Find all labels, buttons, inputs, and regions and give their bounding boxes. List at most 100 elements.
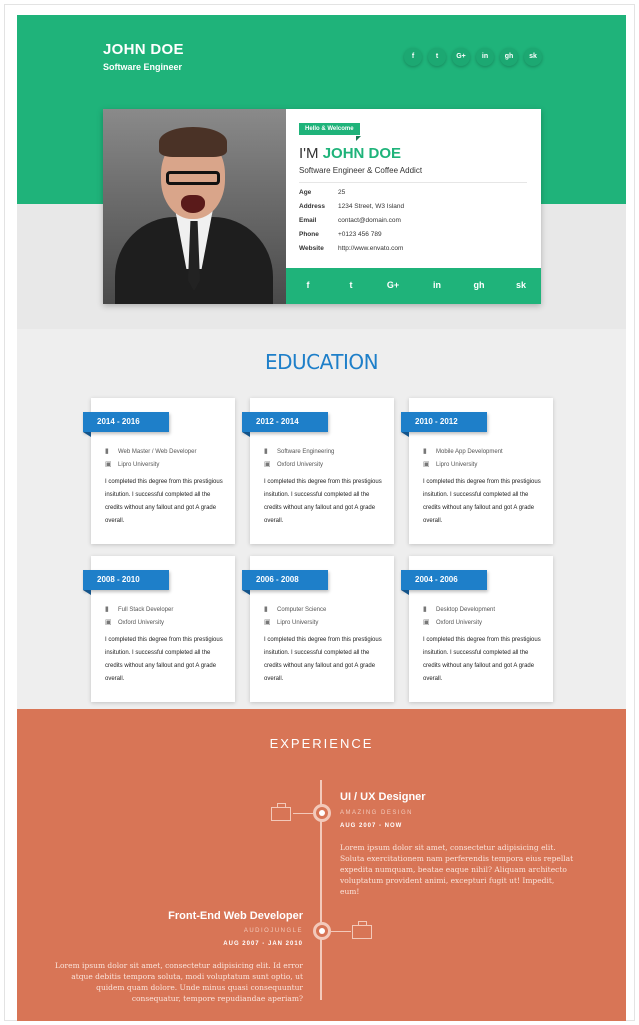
education-course: ▮ Full Stack Developer bbox=[105, 605, 173, 613]
job-description: Lorem ipsum dolor sit amet, consectetur … bbox=[55, 961, 303, 1003]
education-section: EDUCATION 2014 - 2016 ▮ Web Master / Web … bbox=[17, 329, 626, 709]
job-dates: AUG 2007 - JAN 2010 bbox=[223, 941, 303, 947]
info-value[interactable]: contact@domain.com bbox=[338, 217, 401, 224]
info-label: Website bbox=[299, 245, 324, 252]
timeline-node bbox=[313, 922, 331, 940]
info-label: Address bbox=[299, 203, 326, 210]
education-description: I completed this degree from this presti… bbox=[105, 637, 223, 682]
info-value: 25 bbox=[338, 189, 346, 196]
education-school: ▣ Oxford University bbox=[264, 460, 323, 468]
greeting-name: JOHN DOE bbox=[322, 145, 402, 162]
education-school: ▣ Oxford University bbox=[423, 618, 482, 626]
school-name: Lipro University bbox=[436, 462, 478, 468]
education-years: 2014 - 2016 bbox=[83, 412, 169, 432]
institution-icon: ▣ bbox=[105, 619, 112, 626]
facebook-icon[interactable]: f bbox=[301, 280, 315, 290]
education-course: ▮ Computer Science bbox=[264, 605, 326, 613]
profile-tagline: Software Engineer & Coffee Addict bbox=[299, 166, 423, 175]
education-card: 2014 - 2016 ▮ Web Master / Web Developer … bbox=[83, 398, 235, 544]
education-description: I completed this degree from this presti… bbox=[423, 479, 541, 524]
education-school: ▣ Oxford University bbox=[105, 618, 164, 626]
twitter-icon[interactable]: t bbox=[344, 280, 358, 290]
profile-social-bar: f t G+ in gh sk bbox=[286, 268, 541, 304]
ribbon-fold bbox=[401, 432, 409, 437]
education-description: I completed this degree from this presti… bbox=[423, 637, 541, 682]
institution-icon: ▣ bbox=[423, 461, 430, 468]
school-name: Lipro University bbox=[277, 620, 319, 626]
education-description: I completed this degree from this presti… bbox=[264, 637, 382, 682]
briefcase-icon bbox=[352, 921, 372, 939]
course-name: Desktop Development bbox=[436, 607, 496, 613]
education-course: ▮ Software Engineering bbox=[264, 447, 334, 455]
experience-section: EXPERIENCE UI / UX Designer AMAZING DESI… bbox=[17, 709, 626, 1021]
info-label: Age bbox=[299, 189, 312, 196]
github-icon[interactable]: gh bbox=[500, 48, 518, 66]
google-plus-icon[interactable]: G+ bbox=[386, 280, 400, 290]
school-name: Oxford University bbox=[436, 620, 483, 626]
education-card: 2012 - 2014 ▮ Software Engineering ▣ Oxfor… bbox=[242, 398, 394, 544]
greeting-prefix: I'M bbox=[299, 145, 319, 162]
job-company: AMAZING DESIGN bbox=[340, 810, 414, 816]
job-title: Front-End Web Developer bbox=[168, 910, 303, 922]
course-name: Software Engineering bbox=[277, 449, 335, 455]
education-years: 2012 - 2014 bbox=[242, 412, 328, 432]
photo-mouth bbox=[181, 195, 205, 213]
job-title: UI / UX Designer bbox=[340, 791, 426, 803]
institution-icon: ▣ bbox=[264, 619, 271, 626]
course-name: Mobile App Development bbox=[436, 449, 503, 455]
linkedin-icon[interactable]: in bbox=[476, 48, 494, 66]
education-title: EDUCATION bbox=[264, 350, 379, 374]
info-value: 1234 Street, W3 Island bbox=[338, 203, 405, 210]
school-name: Lipro University bbox=[118, 462, 160, 468]
twitter-icon[interactable]: t bbox=[428, 48, 446, 66]
briefcase-icon bbox=[271, 803, 291, 821]
timeline-node bbox=[313, 804, 331, 822]
education-card: 2004 - 2006 ▮ Desktop Development ▣ Oxford… bbox=[401, 556, 553, 702]
education-card: 2006 - 2008 ▮ Computer Science ▣ Lipro Uni… bbox=[242, 556, 394, 702]
info-value: +0123 456 789 bbox=[338, 231, 382, 238]
facebook-icon[interactable]: f bbox=[404, 48, 422, 66]
document-icon: ▮ bbox=[264, 606, 268, 613]
education-card: 2008 - 2010 ▮ Full Stack Developer ▣ Oxfor… bbox=[83, 556, 235, 702]
welcome-tag: Hello & Welcome bbox=[299, 123, 360, 135]
profile-divider bbox=[299, 182, 527, 183]
school-name: Oxford University bbox=[118, 620, 165, 626]
school-name: Oxford University bbox=[277, 462, 324, 468]
education-years: 2004 - 2006 bbox=[401, 570, 487, 590]
google-plus-icon[interactable]: G+ bbox=[452, 48, 470, 66]
job-dates: AUG 2007 - NOW bbox=[340, 823, 403, 829]
document-icon: ▮ bbox=[264, 448, 268, 455]
education-years: 2006 - 2008 bbox=[242, 570, 328, 590]
document-icon: ▮ bbox=[105, 448, 109, 455]
photo-hair bbox=[159, 127, 227, 157]
education-course: ▮ Mobile App Development bbox=[423, 447, 503, 455]
education-card: 2010 - 2012 ▮ Mobile App Development ▣ Lip… bbox=[401, 398, 553, 544]
education-school: ▣ Lipro University bbox=[264, 618, 318, 626]
info-label: Email bbox=[299, 217, 317, 224]
ribbon-fold bbox=[242, 590, 250, 595]
education-course: ▮ Desktop Development bbox=[423, 605, 495, 613]
info-value[interactable]: http://www.envato.com bbox=[338, 245, 403, 252]
education-course: ▮ Web Master / Web Developer bbox=[105, 447, 196, 455]
photo-glasses bbox=[166, 171, 220, 185]
institution-icon: ▣ bbox=[423, 619, 430, 626]
skype-icon[interactable]: sk bbox=[514, 280, 528, 290]
education-description: I completed this degree from this presti… bbox=[264, 479, 382, 524]
course-name: Full Stack Developer bbox=[118, 607, 174, 613]
ribbon-fold bbox=[83, 590, 91, 595]
welcome-tag-fold bbox=[356, 136, 361, 141]
job-description: Lorem ipsum dolor sit amet, consectetur … bbox=[340, 843, 574, 896]
education-school: ▣ Lipro University bbox=[105, 460, 159, 468]
profile-photo bbox=[103, 109, 286, 304]
document-icon: ▮ bbox=[423, 448, 427, 455]
brand-name[interactable]: JOHN DOE bbox=[103, 41, 184, 58]
ribbon-fold bbox=[83, 432, 91, 437]
skype-icon[interactable]: sk bbox=[524, 48, 542, 66]
education-years: 2010 - 2012 bbox=[401, 412, 487, 432]
linkedin-icon[interactable]: in bbox=[430, 280, 444, 290]
profile-card: Hello & Welcome I'M JOHN DOE Software En… bbox=[103, 109, 541, 304]
greeting: I'M JOHN DOE bbox=[299, 145, 401, 162]
brand-role: Software Engineer bbox=[103, 62, 183, 72]
education-school: ▣ Lipro University bbox=[423, 460, 477, 468]
github-icon[interactable]: gh bbox=[472, 280, 486, 290]
